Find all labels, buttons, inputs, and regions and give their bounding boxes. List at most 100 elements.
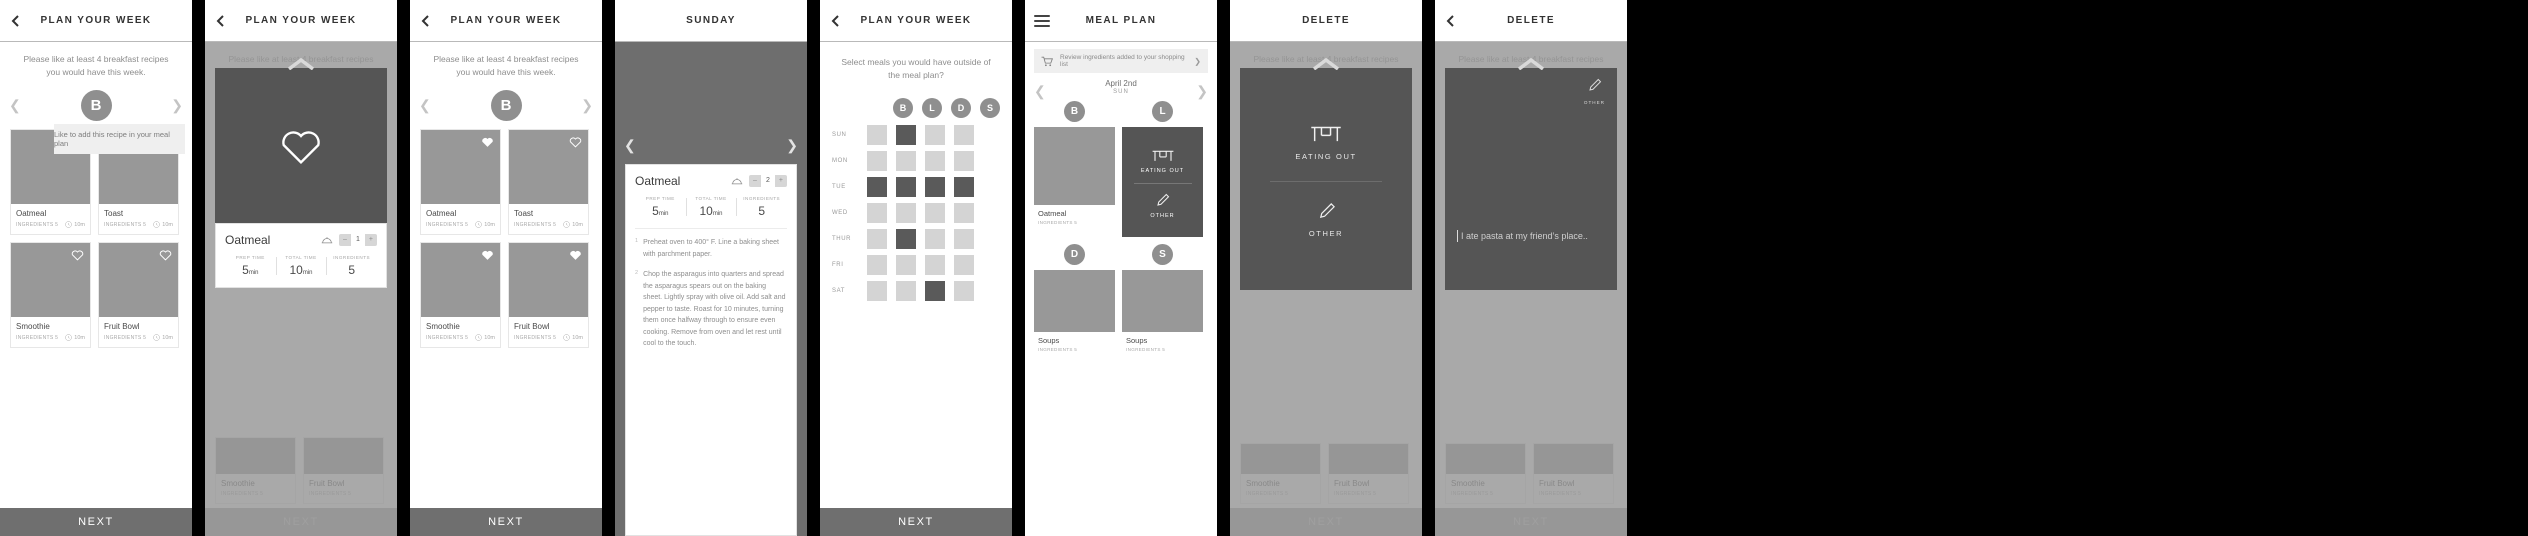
matrix-cell[interactable] xyxy=(867,177,887,198)
meal-slot[interactable]: D Soups INGREDIENTS 5 xyxy=(1034,244,1115,357)
matrix-col-s[interactable]: S xyxy=(980,98,1000,119)
eating-out-label[interactable]: EATING OUT xyxy=(1295,152,1356,161)
recipe-ingredients: INGREDIENTS 5 xyxy=(16,334,59,341)
matrix-col-b[interactable]: B xyxy=(893,98,913,119)
matrix-col-l[interactable]: L xyxy=(922,98,942,119)
note-input[interactable]: I ate pasta at my friend’s place.. xyxy=(1457,230,1588,242)
servings-stepper[interactable]: – 2 + xyxy=(749,175,787,187)
next-day-icon[interactable]: ❯ xyxy=(171,98,183,112)
heart-filled-icon[interactable] xyxy=(569,249,582,261)
day-badge[interactable]: B xyxy=(490,89,522,121)
stat-ingredients: INGREDIENTS 5 xyxy=(736,196,787,218)
stat-value: 10 xyxy=(289,263,303,277)
stepper-plus[interactable]: + xyxy=(365,234,377,246)
back-chevron-icon[interactable] xyxy=(1445,14,1457,27)
note-entry-sheet[interactable]: OTHER I ate pasta at my friend’s place.. xyxy=(1445,68,1617,290)
meal-slot[interactable]: L EATING OUT OTHER xyxy=(1122,101,1203,237)
servings-stepper[interactable]: – 1 + xyxy=(339,234,377,246)
matrix-cell[interactable] xyxy=(925,281,945,302)
next-recipe-icon[interactable]: ❯ xyxy=(786,138,798,152)
heart-outline-icon[interactable] xyxy=(279,126,323,166)
heart-filled-icon[interactable] xyxy=(481,136,494,148)
slot-badge[interactable]: S xyxy=(1152,244,1173,265)
recipe-card[interactable]: Toast INGREDIENTS 5 10m xyxy=(508,129,589,236)
recipe-card[interactable]: Smoothie INGREDIENTS 5 10m xyxy=(10,242,91,349)
stepper-minus[interactable]: – xyxy=(749,175,761,187)
delete-choice-sheet[interactable]: EATING OUT OTHER xyxy=(1240,68,1412,290)
matrix-cell[interactable] xyxy=(954,229,974,250)
slot-badge[interactable]: D xyxy=(1064,244,1085,265)
matrix-cell[interactable] xyxy=(925,203,945,224)
meal-slot[interactable]: S Soups INGREDIENTS 5 xyxy=(1122,244,1203,357)
recipe-time: 10m xyxy=(65,334,85,342)
matrix-cell[interactable] xyxy=(954,151,974,172)
next-button[interactable]: NEXT xyxy=(820,508,1012,536)
back-chevron-icon[interactable] xyxy=(10,14,22,27)
choice-eating-out-label[interactable]: EATING OUT xyxy=(1141,168,1184,174)
page-title: PLAN YOUR WEEK xyxy=(860,15,972,26)
recipe-card[interactable]: Smoothie INGREDIENTS 5 10m xyxy=(420,242,501,349)
slot-badge[interactable]: L xyxy=(1152,101,1173,122)
slot-choice-panel[interactable]: EATING OUT OTHER xyxy=(1122,127,1203,237)
recipe-card[interactable]: Oatmeal INGREDIENTS 5 10m xyxy=(420,129,501,236)
hamburger-menu-icon[interactable] xyxy=(1034,12,1050,30)
matrix-cell[interactable] xyxy=(867,255,887,276)
stepper-value[interactable]: 2 xyxy=(760,175,775,187)
slot-badge[interactable]: B xyxy=(1064,101,1085,122)
next-button[interactable]: NEXT xyxy=(0,508,192,536)
matrix-col-d[interactable]: D xyxy=(951,98,971,119)
matrix-cell[interactable] xyxy=(925,255,945,276)
header: SUNDAY xyxy=(615,0,807,42)
matrix-cell[interactable] xyxy=(954,125,974,146)
stepper-value[interactable]: 1 xyxy=(350,234,365,246)
matrix-cell[interactable] xyxy=(925,151,945,172)
next-day-icon[interactable]: ❯ xyxy=(581,98,593,112)
note-pencil-button[interactable]: OTHER xyxy=(1584,78,1605,105)
next-date-icon[interactable]: ❯ xyxy=(1196,84,1208,98)
recipe-card[interactable]: Fruit Bowl INGREDIENTS 5 10m xyxy=(98,242,179,349)
matrix-cell[interactable] xyxy=(867,125,887,146)
prev-recipe-icon[interactable]: ❮ xyxy=(624,138,636,152)
matrix-cell[interactable] xyxy=(896,255,916,276)
back-chevron-icon[interactable] xyxy=(830,14,842,27)
heart-outline-icon[interactable] xyxy=(569,136,582,148)
matrix-cell[interactable] xyxy=(925,125,945,146)
stepper-plus[interactable]: + xyxy=(775,175,787,187)
back-chevron-icon[interactable] xyxy=(420,14,432,27)
like-modal-sheet[interactable] xyxy=(215,68,387,223)
matrix-cell[interactable] xyxy=(954,177,974,198)
matrix-cell[interactable] xyxy=(896,203,916,224)
day-badge[interactable]: B xyxy=(80,89,112,121)
next-button[interactable]: NEXT xyxy=(410,508,602,536)
back-chevron-icon[interactable] xyxy=(215,14,227,27)
heart-filled-icon[interactable] xyxy=(481,249,494,261)
matrix-cell[interactable] xyxy=(896,177,916,198)
like-tooltip: Like to add this recipe in your meal pla… xyxy=(54,124,185,154)
shopping-list-banner[interactable]: Review ingredients added to your shoppin… xyxy=(1034,49,1208,73)
prev-date-icon[interactable]: ❮ xyxy=(1034,84,1046,98)
matrix-cell[interactable] xyxy=(896,125,916,146)
matrix-cell[interactable] xyxy=(867,151,887,172)
stepper-minus[interactable]: – xyxy=(339,234,351,246)
heart-outline-icon[interactable] xyxy=(71,249,84,261)
matrix-cell[interactable] xyxy=(896,151,916,172)
matrix-cell[interactable] xyxy=(867,281,887,302)
recipe-card[interactable]: Fruit Bowl INGREDIENTS 5 10m xyxy=(508,242,589,349)
prev-day-icon[interactable]: ❮ xyxy=(419,98,431,112)
matrix-cell[interactable] xyxy=(867,203,887,224)
choice-other-label[interactable]: OTHER xyxy=(1150,213,1174,219)
matrix-cell[interactable] xyxy=(896,229,916,250)
meal-slot[interactable]: B Oatmeal INGREDIENTS 5 xyxy=(1034,101,1115,237)
chevron-right-icon[interactable]: ❯ xyxy=(1194,57,1201,66)
matrix-cell[interactable] xyxy=(954,281,974,302)
matrix-cell[interactable] xyxy=(925,229,945,250)
recipe-time: 10m xyxy=(563,221,583,229)
heart-outline-icon[interactable] xyxy=(159,249,172,261)
matrix-cell[interactable] xyxy=(954,203,974,224)
matrix-cell[interactable] xyxy=(867,229,887,250)
matrix-cell[interactable] xyxy=(925,177,945,198)
other-label[interactable]: OTHER xyxy=(1309,229,1343,238)
matrix-cell[interactable] xyxy=(954,255,974,276)
matrix-cell[interactable] xyxy=(896,281,916,302)
prev-day-icon[interactable]: ❮ xyxy=(9,98,21,112)
